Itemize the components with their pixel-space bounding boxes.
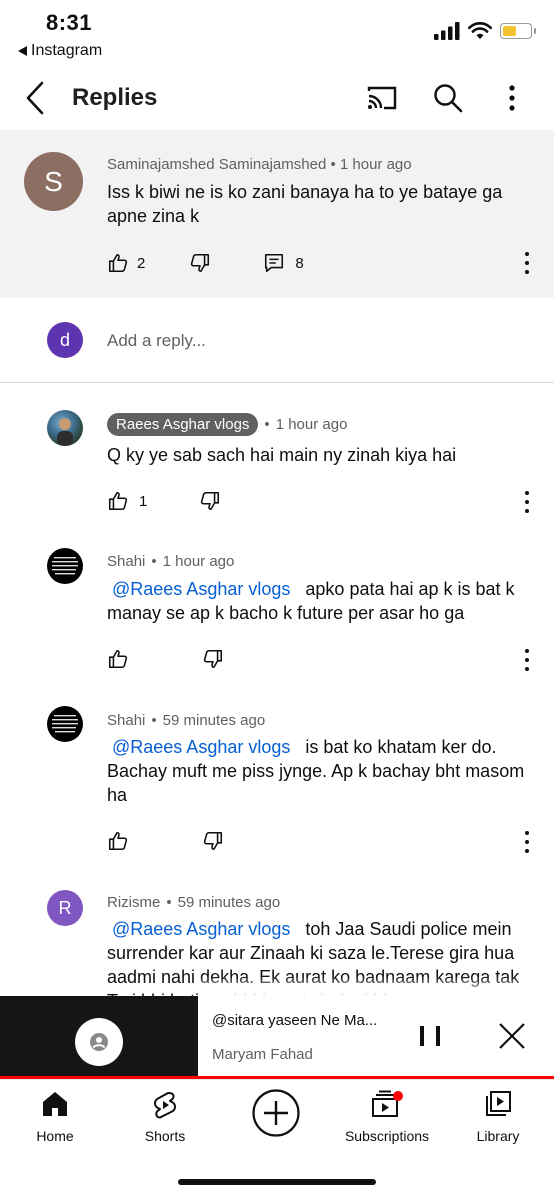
status-icons [434,22,536,40]
comment-time: 1 hour ago [339,156,412,173]
home-icon [43,1092,67,1116]
search-icon [434,84,463,113]
nav-home[interactable]: Home [0,1090,110,1144]
pause-icon[interactable] [420,1026,440,1046]
comment-actions [107,830,224,852]
create-button[interactable] [221,1088,331,1138]
comment-more-icon[interactable] [520,252,534,274]
mini-player-title[interactable]: @sitara yaseen Ne Ma... [212,1012,377,1029]
signal-icon [434,22,460,40]
library-icon [486,1091,511,1116]
subscriptions-icon [372,1090,403,1117]
comment-text: Q ky ye sab sach hai main ny zinah kiya … [107,445,457,465]
comment-text: @Raees Asghar vlogs apko pata hai ap k i… [107,579,515,623]
comment-more-icon[interactable] [520,491,534,513]
comment-meta: Saminajamshed Saminajamshed • 1 hour ago [107,156,412,173]
like-icon[interactable] [107,830,129,852]
reply-count: 8 [295,254,304,272]
avatar: d [47,322,83,358]
text-avatar-icon [52,557,78,575]
mention-link[interactable]: @Raees Asghar vlogs [112,919,290,939]
parent-comment: S Saminajamshed Saminajamshed • 1 hour a… [0,130,554,298]
nav-home-label: Home [36,1128,74,1144]
comment-time: 59 minutes ago [177,894,281,911]
cast-button[interactable] [364,80,400,116]
battery-icon [500,23,536,39]
comment-time: 1 hour ago [162,553,235,570]
add-reply-input[interactable]: Add a reply... [107,331,206,351]
comment-author[interactable]: Saminajamshed Saminajamshed [107,156,326,173]
text-avatar-icon [52,715,78,733]
dislike-icon[interactable] [199,490,221,512]
home-indicator[interactable] [178,1179,376,1185]
like-icon[interactable] [107,252,129,274]
nav-shorts[interactable]: Shorts [110,1090,220,1144]
close-icon[interactable] [496,1020,528,1052]
avatar[interactable]: S [24,152,83,211]
like-icon[interactable] [107,490,129,512]
comment-text: Iss k biwi ne is ko zani banaya ha to ye… [107,182,503,226]
dislike-icon[interactable] [202,648,224,670]
like-icon[interactable] [107,648,129,670]
comment-actions: 2 8 [107,252,304,274]
wifi-icon [468,22,492,39]
profile-photo-icon [57,418,73,446]
dislike-icon[interactable] [202,830,224,852]
back-arrow-icon[interactable] [22,80,50,116]
nav-subscriptions[interactable]: Subscriptions [332,1090,442,1144]
search-button[interactable] [430,80,466,116]
nav-subscriptions-label: Subscriptions [344,1128,430,1144]
comment-meta: Raees Asghar vlogs • 1 hour ago [107,413,347,436]
nav-library[interactable]: Library [443,1090,553,1144]
avatar[interactable] [47,548,83,584]
comment-time: 1 hour ago [275,416,348,433]
cast-icon [367,86,397,110]
back-to-app-link[interactable]: Instagram [18,42,102,60]
back-triangle-icon [18,46,27,56]
mini-player-thumbnail[interactable] [0,996,198,1076]
comment-more-icon[interactable] [520,831,534,853]
nav-library-label: Library [476,1128,520,1144]
nav-shorts-label: Shorts [144,1128,186,1144]
add-circle-icon [252,1089,300,1137]
creator-name-chip[interactable]: Raees Asghar vlogs [107,413,259,436]
channel-avatar-icon [75,1018,123,1066]
mention-link[interactable]: @Raees Asghar vlogs [112,737,290,757]
mention-link[interactable]: @Raees Asghar vlogs [112,579,290,599]
reply-icon[interactable] [263,252,285,274]
comment-time: 59 minutes ago [162,712,266,729]
comment-meta: Rizisme • 59 minutes ago [107,894,281,911]
comment-author[interactable]: Shahi [107,712,145,729]
more-vertical-icon [509,85,515,111]
shorts-icon [154,1091,176,1119]
comment-author[interactable]: Shahi [107,553,145,570]
like-count: 1 [139,492,148,510]
page-title: Replies [72,84,158,111]
mini-player[interactable]: @sitara yaseen Ne Ma... Maryam Fahad [0,996,554,1076]
comment-actions [107,648,224,670]
avatar[interactable] [47,410,83,446]
comment-meta: Shahi • 59 minutes ago [107,712,266,729]
mini-player-channel: Maryam Fahad [212,1046,313,1063]
back-app-label: Instagram [31,42,103,59]
avatar[interactable] [47,706,83,742]
header-bar: Replies [0,66,554,130]
comment-author[interactable]: Rizisme [107,894,160,911]
status-time: 8:31 [46,10,93,35]
comment-meta: Shahi • 1 hour ago [107,553,235,570]
comment-more-icon[interactable] [520,649,534,671]
more-options-button[interactable] [494,80,530,116]
avatar[interactable]: R [47,890,83,926]
comment-actions: 1 [107,490,221,512]
like-count: 2 [137,254,146,272]
comment-text: @Raees Asghar vlogs is bat ko khatam ker… [107,737,525,805]
dislike-icon[interactable] [189,252,211,274]
status-bar: 8:31 Instagram [0,0,554,66]
add-reply-row[interactable]: d Add a reply... [0,298,554,383]
person-icon [90,1033,108,1051]
